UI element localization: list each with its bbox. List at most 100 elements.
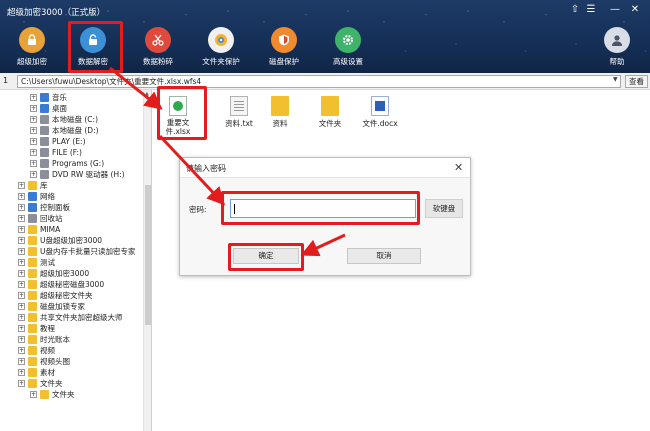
toolbar-disk-protect-button[interactable]: 磁盘保护 [256, 27, 312, 67]
cancel-button[interactable]: 取消 [347, 248, 421, 264]
toolbar-help-button[interactable]: 帮助 [589, 27, 645, 67]
expand-toggle-icon[interactable]: + [18, 358, 25, 365]
expand-toggle-icon[interactable]: + [30, 171, 37, 178]
tree-item-label: 桌面 [52, 104, 67, 113]
dialog-close-icon[interactable]: ✕ [454, 161, 463, 174]
tree-item[interactable]: + 测试 [0, 257, 145, 268]
expand-toggle-icon[interactable]: + [18, 314, 25, 321]
expand-toggle-icon[interactable]: + [18, 204, 25, 211]
folder-icon [28, 258, 37, 267]
person-icon [604, 27, 630, 53]
expand-toggle-icon[interactable]: + [18, 336, 25, 343]
address-input[interactable]: C:\Users\fuwu\Desktop\文件夹\重要文件.xlsx.wfs4 [17, 75, 621, 88]
expand-toggle-icon[interactable]: + [18, 325, 25, 332]
tree-item-label: DVD RW 驱动器 (H:) [52, 170, 125, 179]
tree-item[interactable]: + PLAY (E:) [0, 136, 145, 147]
tree-item[interactable]: + 音乐 [0, 92, 145, 103]
tree-item[interactable]: + 教程 [0, 323, 145, 334]
folder-icon [28, 313, 37, 322]
tree-item-label: PLAY (E:) [52, 137, 86, 146]
address-index: 1 [3, 76, 9, 85]
tree-item[interactable]: + MIMA [0, 224, 145, 235]
tree-item[interactable]: + DVD RW 驱动器 (H:) [0, 169, 145, 180]
soft-keyboard-button[interactable]: 软键盘 [425, 199, 463, 218]
expand-toggle-icon[interactable]: + [30, 160, 37, 167]
tree-item[interactable]: + 文件夹 [0, 389, 145, 400]
tree-item[interactable]: + 超级秘密文件夹 [0, 290, 145, 301]
expand-toggle-icon[interactable]: + [18, 369, 25, 376]
tree-item[interactable]: + 超级加密3000 [0, 268, 145, 279]
expand-toggle-icon[interactable]: + [18, 292, 25, 299]
tree-item-label: 网络 [40, 192, 55, 201]
menu-icon[interactable]: ☰ [584, 4, 598, 16]
toolbar-folder-protect-button[interactable]: 文件夹保护 [193, 27, 249, 67]
tree-item[interactable]: + 桌面 [0, 103, 145, 114]
toolbar-encrypt-button[interactable]: 超级加密 [4, 27, 60, 67]
tree-item[interactable]: + 共享文件夹加密超级大师 [0, 312, 145, 323]
tree-item[interactable]: + U盘内存卡批量只读加密专家 [0, 246, 145, 257]
tree-item[interactable]: + 本地磁盘 (C:) [0, 114, 145, 125]
expand-toggle-icon[interactable]: + [30, 116, 37, 123]
tree-item[interactable]: + 控制面板 [0, 202, 145, 213]
expand-toggle-icon[interactable]: + [18, 347, 25, 354]
tree-item[interactable]: + 素材 [0, 367, 145, 378]
expand-toggle-icon[interactable]: + [18, 380, 25, 387]
tree-item[interactable]: + Programs (G:) [0, 158, 145, 169]
tree-item[interactable]: + FILE (F:) [0, 147, 145, 158]
tree-item-label: 测试 [40, 258, 55, 267]
view-button[interactable]: 查看 [625, 75, 648, 88]
tree-item[interactable]: + 库 [0, 180, 145, 191]
expand-toggle-icon[interactable]: + [30, 138, 37, 145]
file-item[interactable]: 文件夹 [313, 96, 347, 129]
file-item[interactable]: 文件.docx [358, 96, 402, 129]
tree-item[interactable]: + 超级秘密磁盘3000 [0, 279, 145, 290]
expand-toggle-icon[interactable]: + [18, 226, 25, 233]
expand-toggle-icon[interactable]: + [18, 303, 25, 310]
expand-toggle-icon[interactable]: + [30, 127, 37, 134]
drive-icon [40, 170, 49, 179]
expand-toggle-icon[interactable]: + [30, 391, 37, 398]
file-item[interactable]: 资料.txt [219, 96, 259, 129]
address-bar: 1 C:\Users\fuwu\Desktop\文件夹\重要文件.xlsx.wf… [0, 73, 650, 90]
expand-toggle-icon[interactable]: + [30, 105, 37, 112]
scroll-up-icon[interactable]: ▲ [145, 91, 149, 97]
file-item[interactable]: 资料 [265, 96, 295, 129]
folder-icon [28, 379, 37, 388]
expand-toggle-icon[interactable]: + [18, 237, 25, 244]
toolbar-shred-button[interactable]: 数据粉碎 [130, 27, 186, 67]
gear-icon [335, 27, 361, 53]
tree-scrollbar[interactable]: ▲ [143, 90, 151, 431]
tree-item-label: U盘内存卡批量只读加密专家 [40, 247, 136, 256]
expand-toggle-icon[interactable]: + [18, 215, 25, 222]
expand-toggle-icon[interactable]: + [18, 193, 25, 200]
tree-item[interactable]: + 回收站 [0, 213, 145, 224]
tree-item[interactable]: + 磁盘加锁专家 [0, 301, 145, 312]
tree-item[interactable]: + 视频 [0, 345, 145, 356]
tree-item[interactable]: + 网络 [0, 191, 145, 202]
tree-item[interactable]: + 本地磁盘 (D:) [0, 125, 145, 136]
tree-item[interactable]: + U盘超级加密3000 [0, 235, 145, 246]
expand-toggle-icon[interactable]: + [30, 149, 37, 156]
expand-toggle-icon[interactable]: + [18, 259, 25, 266]
folder-icon [28, 181, 37, 190]
tree-item-label: 文件夹 [52, 390, 75, 399]
tree-item[interactable]: + 文件夹 [0, 378, 145, 389]
scrollbar-thumb[interactable] [145, 185, 151, 325]
toolbar-settings-button[interactable]: 高级设置 [320, 27, 376, 67]
expand-toggle-icon[interactable]: + [30, 94, 37, 101]
expand-toggle-icon[interactable]: + [18, 270, 25, 277]
expand-toggle-icon[interactable]: + [18, 281, 25, 288]
tree-item[interactable]: + 视频头图 [0, 356, 145, 367]
expand-toggle-icon[interactable]: + [18, 182, 25, 189]
tree-item[interactable]: + 时光账本 [0, 334, 145, 345]
tree-item-label: FILE (F:) [52, 148, 82, 157]
pin-icon[interactable]: ⇧ [568, 4, 582, 16]
tree-item-label: 视频头图 [40, 357, 70, 366]
close-icon[interactable]: ✕ [628, 4, 642, 16]
minimize-icon[interactable]: — [608, 4, 622, 16]
tree-item-label: U盘超级加密3000 [40, 236, 103, 245]
chevron-down-icon[interactable]: ▼ [613, 76, 618, 83]
expand-toggle-icon[interactable]: + [18, 248, 25, 255]
folder-icon [28, 280, 37, 289]
tree-item-label: 音乐 [52, 93, 67, 102]
